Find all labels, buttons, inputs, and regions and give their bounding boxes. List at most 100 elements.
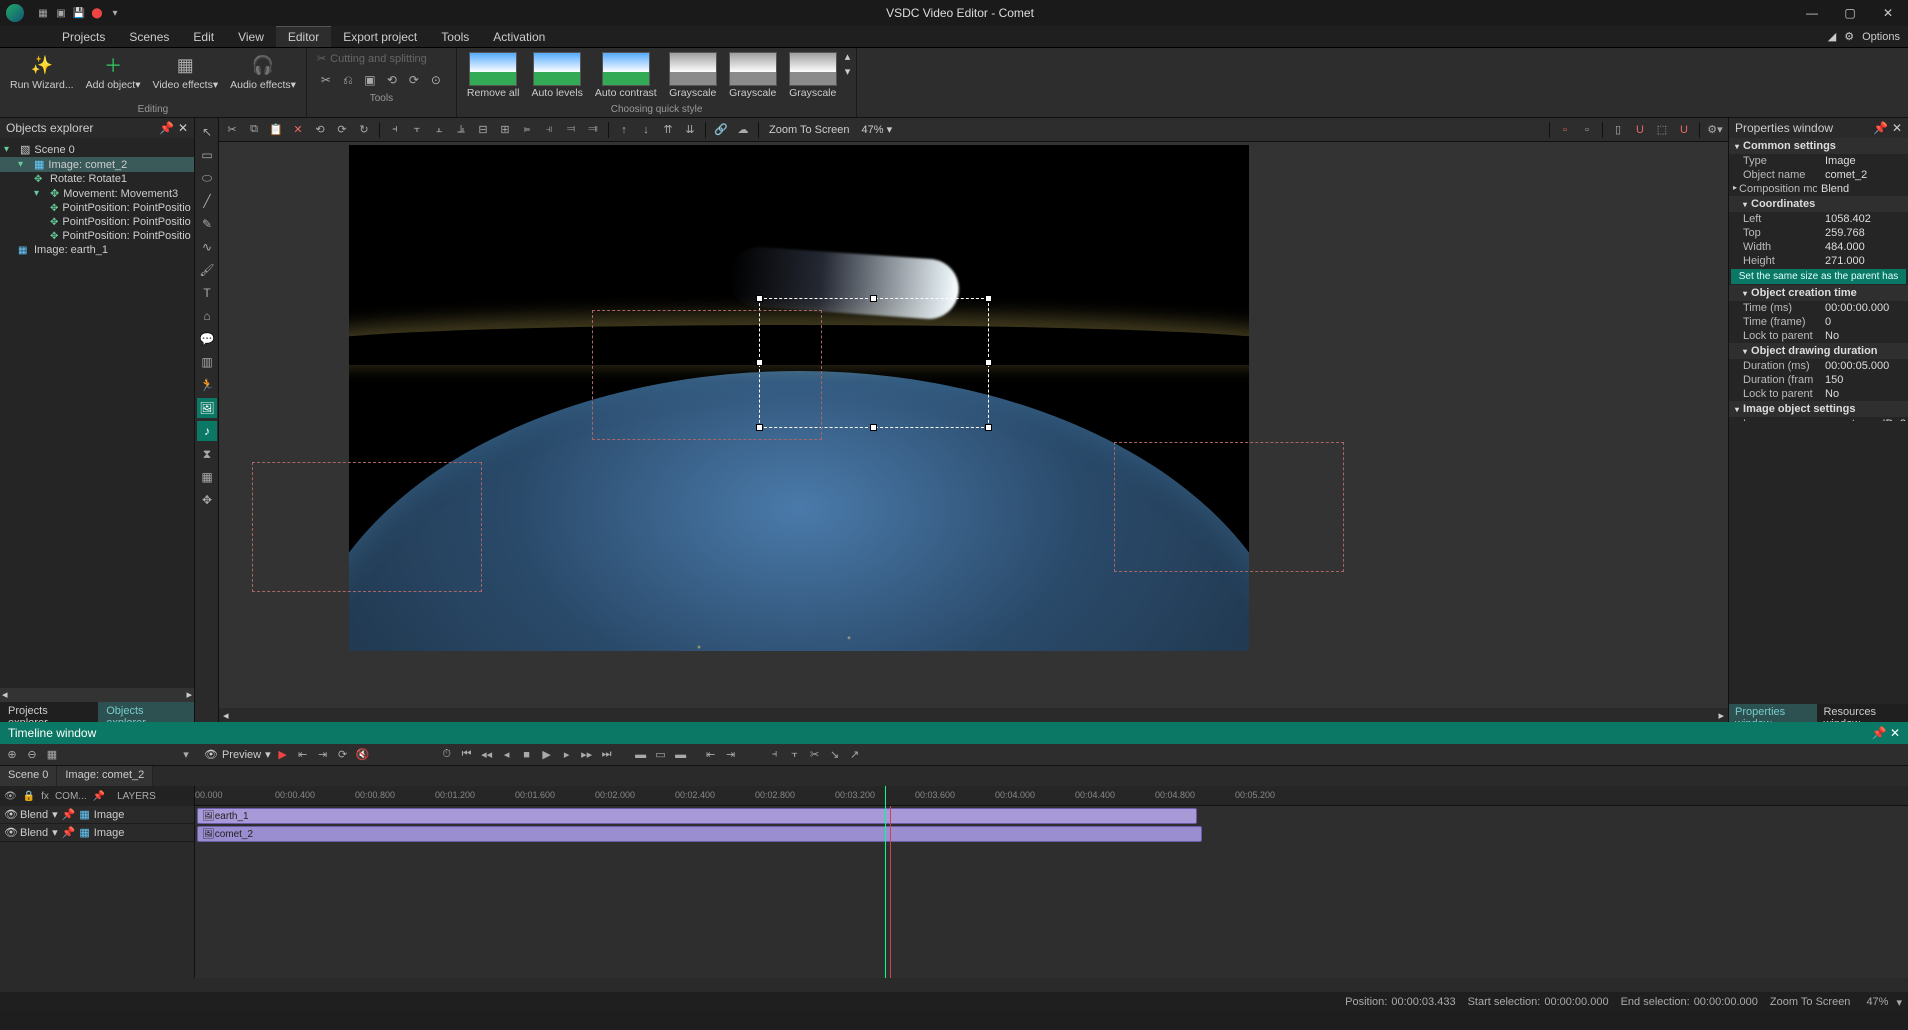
close-button[interactable]: ✕ [1874, 3, 1902, 23]
timeline-tab-comet[interactable]: Image: comet_2 [57, 766, 153, 786]
tool-icon[interactable]: ▣ [361, 71, 379, 89]
close-panel-icon[interactable]: ✕ [1890, 726, 1900, 740]
pin-icon[interactable]: 📌 [1873, 121, 1888, 135]
prop-value[interactable]: Blend [1817, 183, 1908, 195]
menu-tools[interactable]: Tools [429, 26, 481, 47]
tab-objects-explorer[interactable]: Objects explorer [98, 702, 194, 722]
maximize-button[interactable]: ▢ [1836, 3, 1864, 23]
prop-value[interactable]: 0 [1821, 316, 1908, 328]
loop-icon[interactable]: ⟳ [335, 747, 351, 763]
eye-icon[interactable]: 👁 [204, 748, 218, 761]
align-icon[interactable]: ⫣ [540, 121, 558, 139]
eye-icon[interactable]: 👁 [4, 808, 16, 821]
tab-projects-explorer[interactable]: Projects explorer [0, 702, 98, 722]
align-icon[interactable]: ⊞ [496, 121, 514, 139]
prop-value[interactable]: comet_2 [1821, 169, 1908, 181]
align-icon[interactable]: ⫠ [430, 121, 448, 139]
menu-export[interactable]: Export project [331, 26, 429, 47]
timeline-ruler[interactable]: 00.00000:00.40000:00.80000:01.20000:01.6… [195, 786, 1908, 806]
guide-icon[interactable]: ⬚ [1653, 121, 1671, 139]
menu-scenes[interactable]: Scenes [117, 26, 181, 47]
lock-column-icon[interactable]: 🔒 [23, 791, 35, 802]
last-frame-icon[interactable]: ⏭ [599, 747, 615, 763]
split-icon[interactable]: ↗ [847, 747, 863, 763]
zoom-dropdown-icon[interactable]: ▾ [1896, 996, 1902, 1009]
marker-icon[interactable]: ▬ [673, 747, 689, 763]
align-icon[interactable]: ⫞ [386, 121, 404, 139]
link-icon[interactable]: 🔗 [712, 121, 730, 139]
same-size-button[interactable]: Set the same size as the parent has [1731, 269, 1906, 284]
next-icon[interactable]: ▸▸ [579, 747, 595, 763]
clip-earth[interactable]: 🖼 earth_1 [197, 808, 1197, 824]
prop-value[interactable]: No [1821, 330, 1908, 342]
prev-icon[interactable]: ◂◂ [479, 747, 495, 763]
qat-new-icon[interactable]: ▦ [36, 6, 50, 20]
curve-tool-icon[interactable]: ∿ [197, 237, 217, 257]
chevron-down-icon[interactable]: ▾ [34, 188, 46, 199]
prop-value[interactable]: 1058.402 [1821, 213, 1908, 225]
align-icon[interactable]: ⊟ [474, 121, 492, 139]
keyframe-box[interactable] [592, 310, 822, 440]
marker-icon[interactable]: ▭ [653, 747, 669, 763]
tool-icon[interactable]: ⟳ [405, 71, 423, 89]
pin-icon[interactable]: 📌 [159, 121, 174, 135]
qat-more-icon[interactable]: ▾ [108, 6, 122, 20]
dropdown-icon[interactable]: ▾ [52, 808, 58, 821]
pen-tool-icon[interactable]: ✎ [197, 214, 217, 234]
stop-icon[interactable]: ■ [519, 747, 535, 763]
tree-image-earth[interactable]: Image: earth_1 [34, 244, 108, 256]
remove-layer-icon[interactable]: ⊖ [24, 747, 40, 763]
menu-view[interactable]: View [226, 26, 276, 47]
line-tool-icon[interactable]: ╱ [197, 191, 217, 211]
snap-icon[interactable]: ▫ [1578, 121, 1596, 139]
play2-icon[interactable]: ▶ [539, 747, 555, 763]
collapse-ribbon-icon[interactable]: ◢ [1828, 30, 1836, 43]
settings-icon[interactable]: ⚙▾ [1706, 121, 1724, 139]
menu-editor[interactable]: Editor [276, 26, 331, 47]
order-icon[interactable]: ↓ [637, 121, 655, 139]
style-next-icon[interactable]: ▾ [845, 65, 851, 78]
align-icon[interactable]: ⫤ [562, 121, 580, 139]
tool-icon[interactable]: ⎌ [339, 71, 357, 89]
counter-tool-icon[interactable]: ⧗ [197, 444, 217, 464]
keyframe-box[interactable] [252, 462, 482, 592]
guide-icon[interactable]: U [1631, 121, 1649, 139]
tool-icon[interactable]: ⊙ [427, 71, 445, 89]
properties-body[interactable]: ▾Common settings TypeImage Object nameco… [1729, 138, 1908, 421]
remove-all-button[interactable]: Remove all [463, 50, 524, 101]
tree-point[interactable]: PointPosition: PointPositio [62, 216, 190, 228]
add-layer-icon[interactable]: ⊕ [4, 747, 20, 763]
section-coords[interactable]: ▾Coordinates [1729, 196, 1908, 212]
first-frame-icon[interactable]: ⏮ [459, 747, 475, 763]
cursor-begin-icon[interactable]: ⇤ [703, 747, 719, 763]
cut-icon[interactable]: ✂ [223, 121, 241, 139]
align-icon[interactable]: ⫟ [408, 121, 426, 139]
order-icon[interactable]: ↑ [615, 121, 633, 139]
guide-icon[interactable]: U [1675, 121, 1693, 139]
split-icon[interactable]: ↘ [827, 747, 843, 763]
tree-image-comet[interactable]: Image: comet_2 [48, 159, 127, 171]
play-icon[interactable]: ▶ [275, 747, 291, 763]
section-common[interactable]: ▾Common settings [1729, 138, 1908, 154]
prop-value[interactable]: 150 [1821, 374, 1908, 386]
grid-tool-icon[interactable]: ▦ [197, 467, 217, 487]
pin-icon[interactable]: 📌 [1872, 726, 1887, 740]
chevron-down-icon[interactable]: ▾ [18, 159, 30, 170]
tree-rotate[interactable]: Rotate: Rotate1 [50, 173, 127, 185]
blend-mode[interactable]: Blend [20, 809, 48, 821]
timeline-tab-scene[interactable]: Scene 0 [0, 766, 57, 786]
close-panel-icon[interactable]: ✕ [1892, 121, 1902, 135]
brush-tool-icon[interactable]: 🖌 [197, 260, 217, 280]
delete-icon[interactable]: ✕ [289, 121, 307, 139]
playhead-end[interactable] [890, 806, 891, 978]
redo-icon[interactable]: ⟳ [333, 121, 351, 139]
tree-point[interactable]: PointPosition: PointPositio [62, 230, 190, 242]
chevron-down-icon[interactable]: ▾ [4, 144, 16, 155]
section-creation-time[interactable]: ▾Object creation time [1729, 285, 1908, 301]
step-back-icon[interactable]: ◂ [499, 747, 515, 763]
track-row[interactable]: 👁 Blend▾ 📌 ▦ Image [0, 824, 194, 842]
order-icon[interactable]: ⇊ [681, 121, 699, 139]
auto-levels-button[interactable]: Auto levels [527, 50, 586, 101]
track-row[interactable]: 👁 Blend▾ 📌 ▦ Image [0, 806, 194, 824]
align-icon[interactable]: ⫢ [518, 121, 536, 139]
